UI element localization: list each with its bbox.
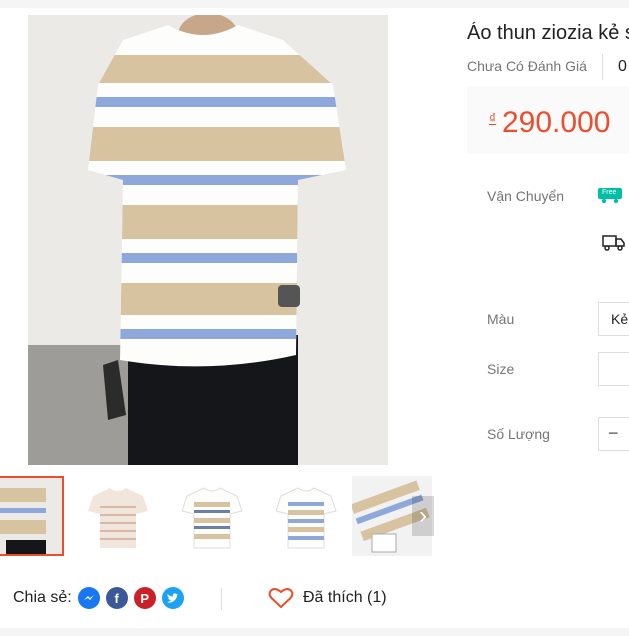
share-label: Chia sẻ: (13, 589, 72, 606)
thumbnail-4[interactable] (266, 476, 346, 556)
like-count: Đã thích (1) (303, 589, 387, 606)
product-title: Áo thun ziozia kẻ s (467, 22, 629, 44)
color-option[interactable]: Kẻ (598, 302, 629, 336)
quantity-label: Số Lượng (487, 426, 550, 442)
like-button[interactable]: Đã thích (1) (268, 585, 387, 611)
truck-icon (602, 234, 626, 257)
product-main-image[interactable] (28, 15, 388, 465)
free-badge: Free (602, 189, 617, 196)
pinterest-icon[interactable]: P (133, 587, 156, 609)
thumbnail-2[interactable] (78, 476, 158, 556)
price-box: ₫ 290.000 (467, 86, 629, 154)
color-label: Màu (487, 311, 515, 327)
divider (602, 54, 603, 80)
product-price: 290.000 (502, 106, 611, 139)
sold-count: 0 (618, 58, 627, 75)
twitter-icon[interactable] (161, 587, 184, 609)
size-label: Size (487, 361, 515, 377)
thumbnail-1[interactable] (0, 476, 64, 556)
currency-symbol: ₫ (489, 110, 497, 126)
share-bar: Chia sẻ: f P (13, 585, 184, 611)
divider (221, 588, 222, 610)
quantity-decrement-button[interactable]: − (598, 417, 629, 451)
size-option[interactable] (598, 352, 629, 386)
rating-text[interactable]: Chưa Có Đánh Giá (467, 58, 587, 74)
heart-icon (268, 588, 294, 609)
shipping-label: Vận Chuyển (487, 188, 565, 204)
tshirt-photo (28, 15, 388, 465)
thumbnail-3[interactable] (172, 476, 252, 556)
next-thumbnail-arrow[interactable]: › (412, 496, 434, 536)
free-shipping-icon: Free (598, 186, 624, 204)
messenger-icon[interactable] (77, 587, 100, 609)
facebook-icon[interactable]: f (105, 587, 128, 609)
thumbnail-strip: › (0, 476, 440, 558)
